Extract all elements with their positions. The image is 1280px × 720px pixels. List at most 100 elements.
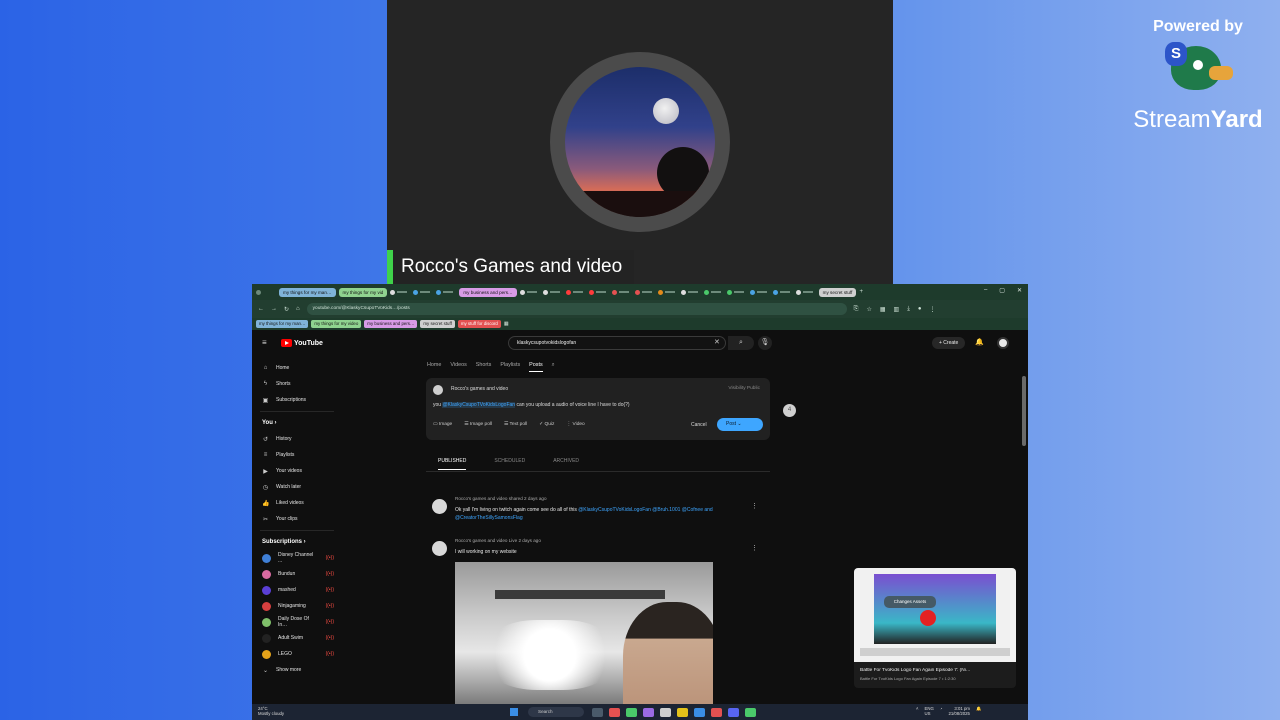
browser-tab[interactable] xyxy=(634,288,655,297)
tab-group-2[interactable]: my things for my vid xyxy=(338,287,388,297)
edge-icon[interactable] xyxy=(694,708,705,717)
browser-tab[interactable] xyxy=(703,288,724,297)
browser-tab[interactable] xyxy=(726,288,747,297)
channel-search-icon[interactable]: ⌕ xyxy=(552,362,555,372)
chrome-icon[interactable] xyxy=(626,708,637,717)
create-button[interactable]: + Create xyxy=(932,337,966,349)
browser-tab[interactable] xyxy=(657,288,678,297)
image-tool-button[interactable]: ▭ Image xyxy=(433,422,452,427)
star-icon[interactable]: ☆ xyxy=(866,306,871,313)
search-input[interactable]: klaskycsupotvokidslogofan xyxy=(508,336,726,350)
url-field[interactable]: youtube.com/@KlaskyCsupoTVoKids…/posts xyxy=(306,303,847,315)
browser-tab[interactable] xyxy=(795,288,816,297)
sidebar-item-your-clips[interactable]: ✂ Your clips xyxy=(252,511,342,527)
voice-search-button[interactable]: 🎙 xyxy=(758,336,772,350)
image-poll-tool-button[interactable]: ☰ Image poll xyxy=(464,422,492,427)
bookmark-folder[interactable]: my things for my man… xyxy=(256,320,309,328)
youtube-logo[interactable]: YouTube xyxy=(281,339,323,347)
bookmark-grid-icon[interactable]: ▦ xyxy=(504,321,509,327)
bookmark-folder[interactable]: my stuff for discord xyxy=(457,320,501,328)
search-button[interactable]: ⌕ xyxy=(728,336,754,350)
clear-search-icon[interactable]: ✕ xyxy=(714,338,720,346)
post-menu-icon[interactable]: ⋮ xyxy=(751,544,758,552)
quiz-tool-button[interactable]: ✓ Quiz xyxy=(539,422,554,427)
back-icon[interactable]: ← xyxy=(258,306,264,312)
clock[interactable]: 3:01 pm 21/08/2025 xyxy=(948,706,970,716)
browser-tab[interactable] xyxy=(390,288,410,297)
browser-tab[interactable] xyxy=(436,288,456,297)
extensions-icon[interactable]: ▦ xyxy=(880,306,886,313)
reload-icon[interactable]: ↻ xyxy=(284,306,289,313)
tab-scheduled[interactable]: SCHEDULED xyxy=(494,458,525,470)
sidebar-item-watch-later[interactable]: ◷ Watch later xyxy=(252,479,342,495)
bookmark-folder[interactable]: my business and pers… xyxy=(364,320,418,328)
weather-widget[interactable]: 24°C Mostly cloudy xyxy=(258,706,284,716)
tab-published[interactable]: PUBLISHED xyxy=(438,458,467,470)
close-icon[interactable]: ✕ xyxy=(1017,287,1022,294)
sidebar-item-liked-videos[interactable]: 👍 Liked videos xyxy=(252,495,342,511)
discord-icon[interactable] xyxy=(728,708,739,717)
chrome-icon[interactable] xyxy=(745,708,756,717)
tab-videos[interactable]: Videos xyxy=(450,362,466,372)
browser-tab[interactable] xyxy=(749,288,770,297)
tab-posts[interactable]: Posts xyxy=(529,362,543,372)
maximize-icon[interactable]: ▢ xyxy=(999,287,1005,294)
browser-tab[interactable] xyxy=(588,288,609,297)
browser-tab[interactable] xyxy=(542,288,563,297)
sidebar-item-history[interactable]: ↺ History xyxy=(252,431,342,447)
home-icon[interactable]: ⌂ xyxy=(296,306,300,312)
network-icon[interactable]: ◔ xyxy=(940,706,943,716)
account-avatar[interactable] xyxy=(997,337,1009,349)
tab-group-4[interactable]: my secret stuff xyxy=(818,287,857,297)
start-button[interactable] xyxy=(510,708,518,716)
sidebar-item-your-videos[interactable]: ▶ Your videos xyxy=(252,463,342,479)
browser-tab[interactable] xyxy=(772,288,793,297)
browser-tab[interactable] xyxy=(680,288,701,297)
show-more-button[interactable]: ⌄ Show more xyxy=(252,662,342,678)
browser-tab[interactable] xyxy=(519,288,540,297)
sidebar-icon[interactable]: ▥ xyxy=(894,306,900,313)
subscription-item[interactable]: Adult Swim ((•)) xyxy=(252,630,342,646)
profile-icon[interactable]: ● xyxy=(918,306,922,313)
tab-group-1[interactable]: my things for my man… xyxy=(279,287,336,297)
taskbar-search[interactable]: Search xyxy=(528,707,584,717)
forward-icon[interactable]: → xyxy=(271,306,277,312)
tab-home[interactable]: Home xyxy=(427,362,441,372)
browser-tab[interactable] xyxy=(413,288,433,297)
mini-player-video[interactable]: Changes Assets xyxy=(854,568,1016,662)
video-tool-button[interactable]: ⋮ Video xyxy=(566,422,584,427)
subscription-item[interactable]: mashed ((•)) xyxy=(252,582,342,598)
sidebar-you-heading[interactable]: You › xyxy=(252,415,342,431)
sidebar-item-home[interactable]: ⌂ Home xyxy=(252,360,342,376)
post-menu-icon[interactable]: ⋮ xyxy=(751,502,758,510)
notifications-icon[interactable]: 🔔 xyxy=(975,338,984,346)
menu-dots-icon[interactable]: ⋮ xyxy=(929,306,935,313)
app-icon[interactable] xyxy=(711,708,722,717)
page-scrollbar[interactable] xyxy=(1022,376,1026,446)
subscription-item[interactable]: Bundun ((•)) xyxy=(252,566,342,582)
subscription-item[interactable]: Daily Dose Of In… ((•)) xyxy=(252,614,342,630)
app-icon[interactable] xyxy=(660,708,671,717)
bookmark-folder[interactable]: my secret stuff xyxy=(420,320,455,328)
tab-archived[interactable]: ARCHIVED xyxy=(553,458,579,470)
download-icon[interactable]: ⤓ xyxy=(907,306,910,313)
visibility-select[interactable]: Visibility Public xyxy=(728,386,760,391)
post-button[interactable]: Post ⌄ xyxy=(717,418,763,431)
sidebar-subscriptions-heading[interactable]: Subscriptions › xyxy=(252,534,342,550)
bookmark-folder[interactable]: my things for my video xyxy=(311,320,362,328)
text-poll-tool-button[interactable]: ☰ Text poll xyxy=(504,422,527,427)
tab-shorts[interactable]: Shorts xyxy=(476,362,492,372)
mini-player[interactable]: Changes Assets Battle For TvoKids Logo F… xyxy=(854,568,1016,688)
sidebar-item-subscriptions[interactable]: ▣ Subscriptions xyxy=(252,392,342,408)
file-explorer-icon[interactable] xyxy=(677,708,688,717)
cancel-button[interactable]: Cancel xyxy=(691,422,707,428)
subscription-item[interactable]: Disney Channel ... ((•)) xyxy=(252,550,342,566)
notification-center-icon[interactable]: 🔔 xyxy=(976,706,981,716)
post-image[interactable] xyxy=(455,562,713,712)
minimize-icon[interactable]: – xyxy=(984,287,987,294)
subscription-item[interactable]: Ninjagaming ((•)) xyxy=(252,598,342,614)
app-icon[interactable] xyxy=(609,708,620,717)
tab-playlists[interactable]: Playlists xyxy=(500,362,520,372)
app-icon[interactable] xyxy=(643,708,654,717)
tray-overflow-icon[interactable]: ˄ xyxy=(916,706,919,716)
